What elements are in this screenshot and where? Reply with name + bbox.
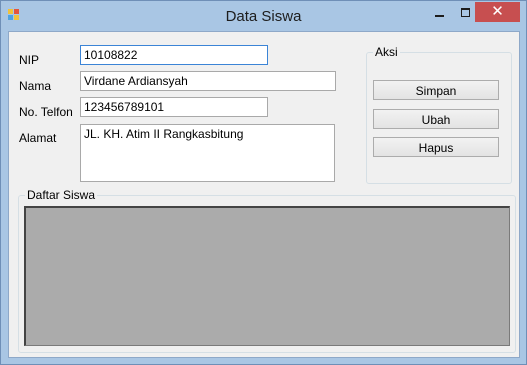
close-icon: ✕	[491, 3, 504, 20]
alamat-label: Alamat	[19, 131, 57, 145]
close-button[interactable]: ✕	[475, 2, 520, 22]
telfon-label: No. Telfon	[19, 105, 73, 119]
minimize-button[interactable]	[427, 2, 453, 22]
daftar-siswa-groupbox: Daftar Siswa	[18, 188, 516, 353]
alamat-textarea[interactable]: JL. KH. Atim II Rangkasbitung	[80, 124, 335, 182]
hapus-button[interactable]: Hapus	[373, 137, 499, 157]
form-client-area: NIP 10108822 Nama Virdane Ardiansyah No.…	[8, 31, 520, 358]
siswa-data-grid[interactable]	[24, 206, 510, 346]
nama-input[interactable]: Virdane Ardiansyah	[80, 71, 336, 91]
daftar-siswa-group-title: Daftar Siswa	[25, 188, 98, 202]
aksi-group-title: Aksi	[373, 45, 400, 59]
maximize-icon	[461, 8, 470, 17]
nip-label: NIP	[19, 53, 40, 67]
title-bar[interactable]: Data Siswa ✕	[1, 1, 526, 31]
simpan-button[interactable]: Simpan	[373, 80, 499, 100]
telfon-input[interactable]: 123456789101	[80, 97, 268, 117]
app-window: Data Siswa ✕ NIP 10108822 Nama Virdane A…	[0, 0, 527, 365]
ubah-button[interactable]: Ubah	[373, 109, 499, 129]
minimize-icon	[435, 15, 444, 17]
nama-label: Nama	[19, 79, 52, 93]
aksi-groupbox: Aksi Simpan Ubah Hapus	[366, 45, 512, 184]
nip-input[interactable]: 10108822	[80, 45, 268, 65]
